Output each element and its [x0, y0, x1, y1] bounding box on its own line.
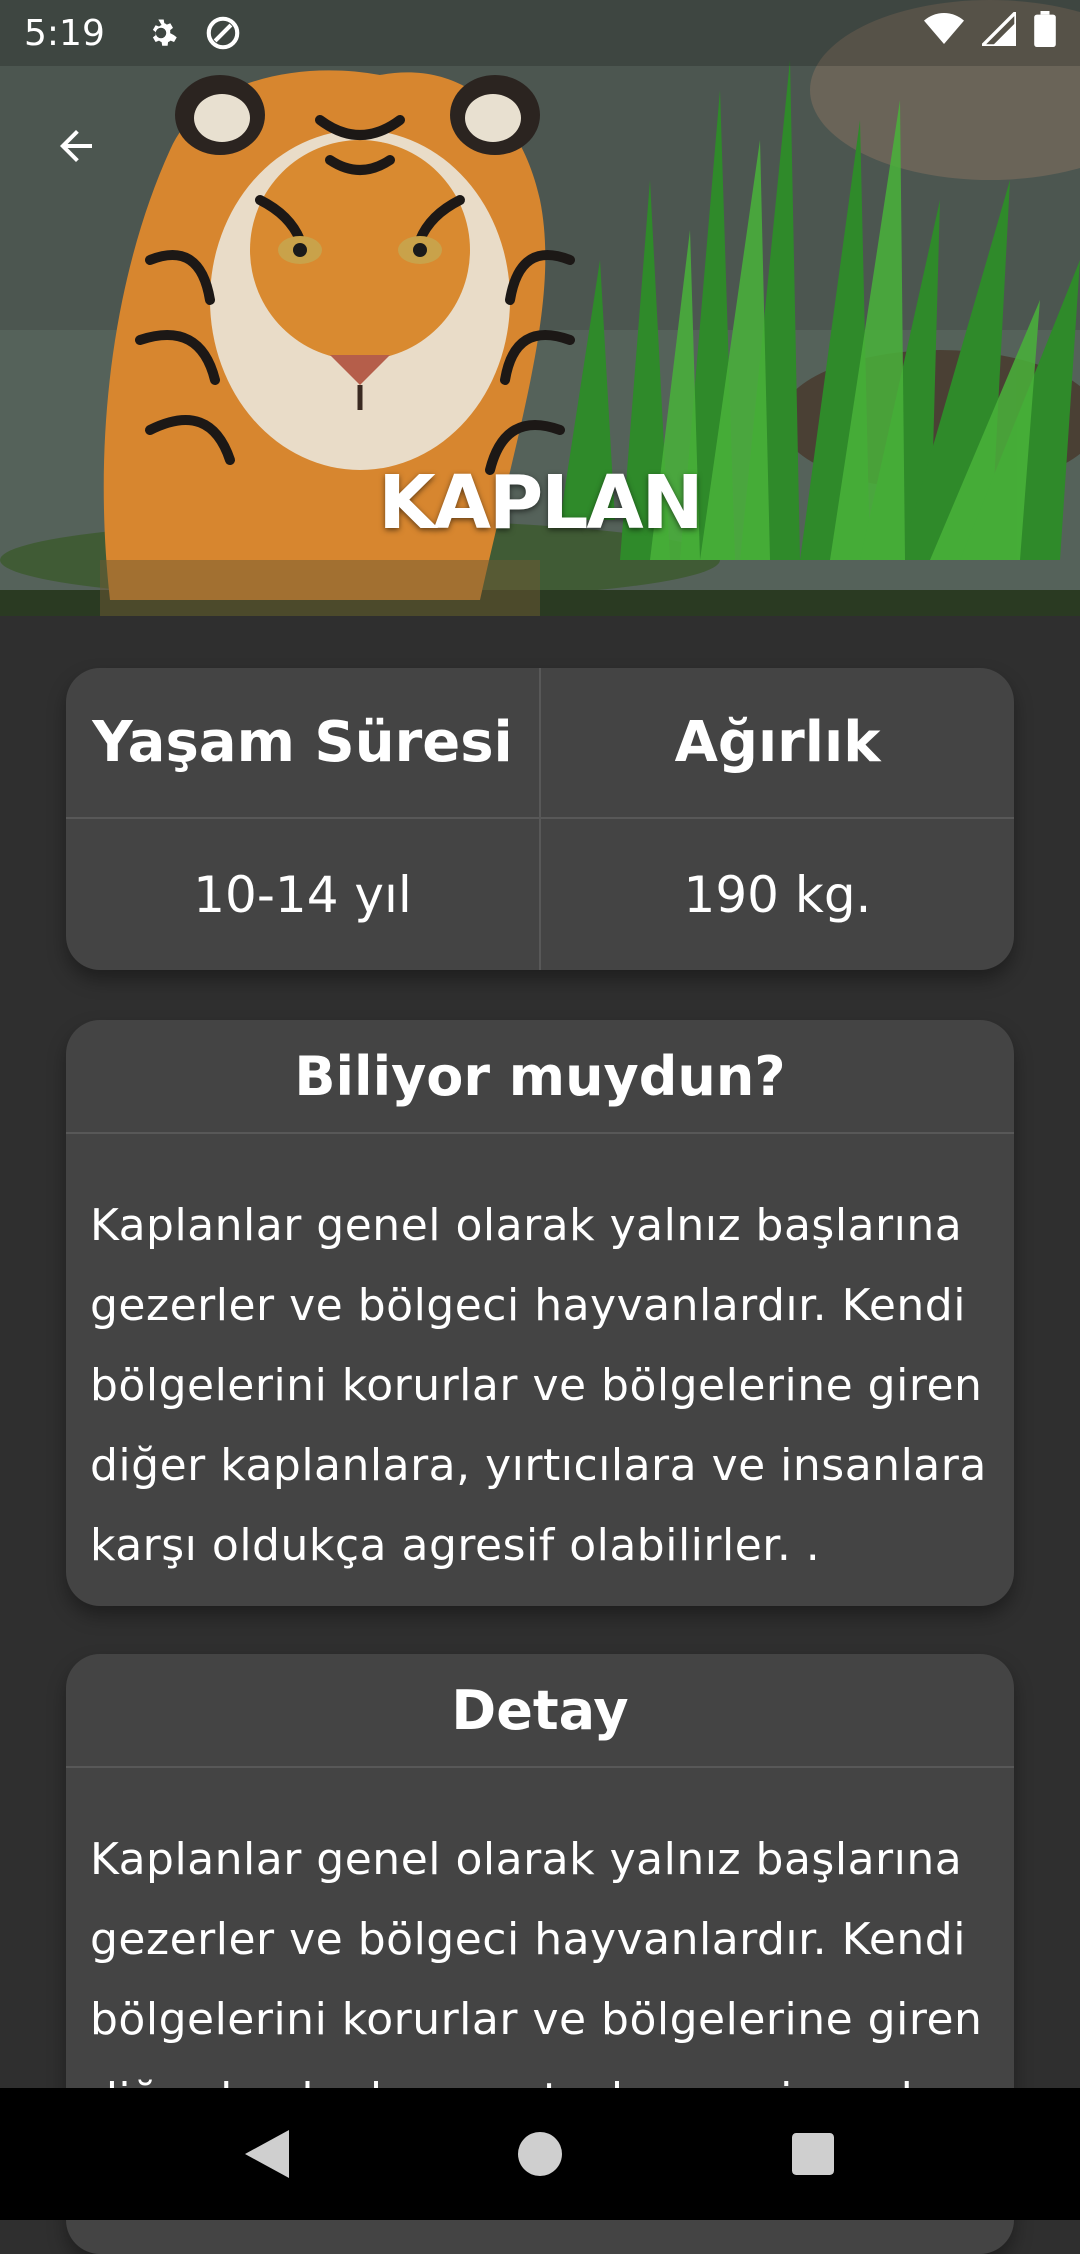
lifespan-header: Yaşam Süresi [66, 668, 541, 817]
battery-icon [1034, 10, 1056, 56]
back-button[interactable] [40, 110, 112, 182]
status-time: 5:19 [24, 12, 105, 54]
nav-home-button[interactable] [500, 2114, 580, 2194]
nav-back-button[interactable] [227, 2114, 307, 2194]
fact-card-body: Kaplanlar genel olarak yalnız başlarına … [90, 1200, 987, 1571]
system-nav-bar [0, 2088, 1080, 2220]
back-triangle-icon [244, 2130, 289, 2178]
stats-card: Yaşam Süresi Ağırlık 10-14 yıl 190 kg. [66, 668, 1014, 970]
data-saver-icon [203, 13, 243, 53]
fact-card-title: Biliyor muydun? [66, 1020, 1014, 1134]
nav-recents-button[interactable] [773, 2114, 853, 2194]
weight-value: 190 kg. [683, 865, 872, 924]
arrow-back-icon [60, 130, 92, 162]
stats-value-row: 10-14 yıl 190 kg. [66, 819, 1014, 970]
wifi-icon [924, 12, 964, 55]
stats-header-row: Yaşam Süresi Ağırlık [66, 668, 1014, 819]
home-circle-icon [517, 2132, 562, 2176]
recents-square-icon [792, 2133, 835, 2175]
cellular-signal-icon [977, 7, 1018, 55]
status-bar: 5:19 [0, 0, 1080, 66]
lifespan-value: 10-14 yıl [66, 819, 541, 970]
fact-card: Biliyor muydun? Kaplanlar genel olarak y… [66, 1020, 1014, 1606]
weight-header: Ağırlık [674, 710, 881, 775]
detail-card-title: Detay [66, 1654, 1014, 1768]
settings-icon [141, 13, 181, 53]
page-title: KAPLAN [378, 460, 703, 546]
